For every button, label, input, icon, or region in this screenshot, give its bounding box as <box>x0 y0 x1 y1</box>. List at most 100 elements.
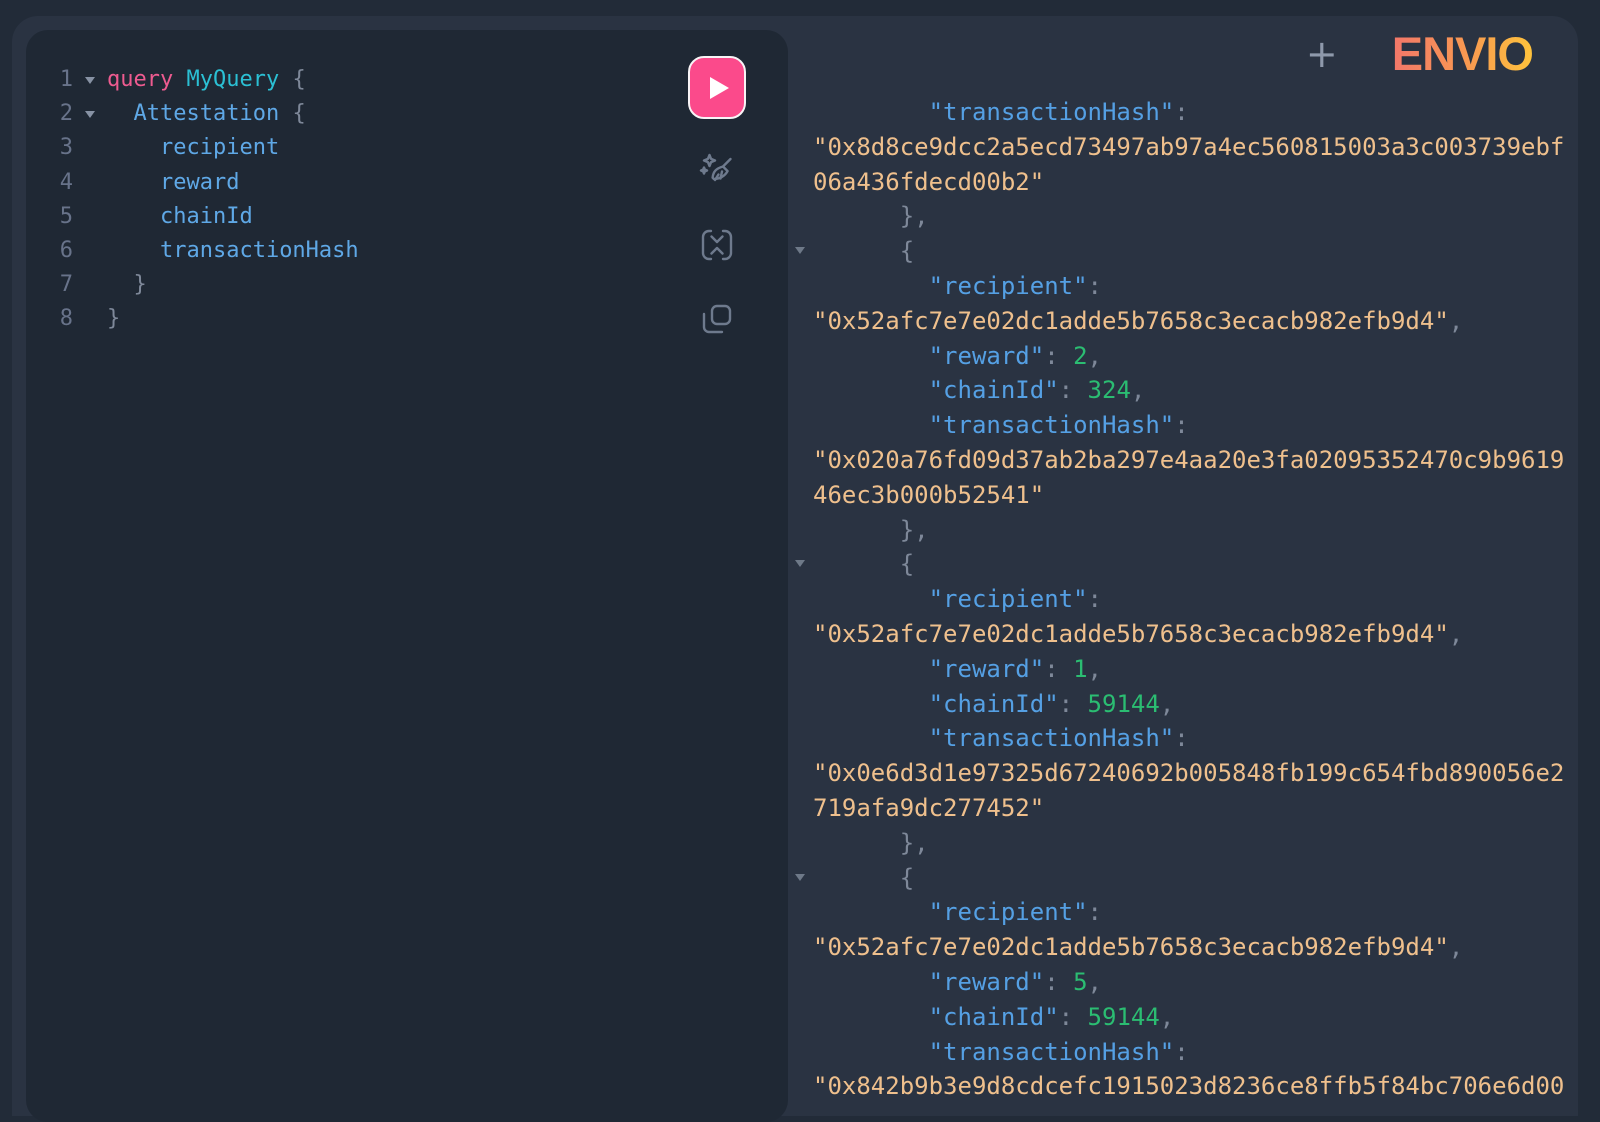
code-token: Attestation <box>134 101 280 126</box>
play-icon <box>710 77 729 99</box>
response-row: "recipient": <box>813 895 1572 930</box>
response-row: 06a436fdecd00b2" <box>813 165 1572 200</box>
code-token: : <box>1059 1003 1088 1031</box>
code-token: , <box>1449 933 1463 961</box>
code-text: } <box>107 268 147 302</box>
code-token: } <box>107 306 120 331</box>
code-token <box>813 272 929 300</box>
code-text: transactionHash <box>107 234 359 268</box>
response-row: "0x52afc7e7e02dc1adde5b7658c3ecacb982efb… <box>813 617 1572 652</box>
gutter-fold-slot <box>73 200 107 234</box>
code-token: "reward" <box>929 968 1045 996</box>
editor-code-line[interactable]: 1query MyQuery { <box>26 63 702 97</box>
code-token: : <box>1088 898 1102 926</box>
fold-arrow-icon[interactable] <box>795 247 805 254</box>
code-token: "transactionHash" <box>929 1038 1175 1066</box>
editor-code-line[interactable]: 8} <box>26 302 702 336</box>
code-token: : <box>1044 655 1073 683</box>
code-token: : <box>1174 724 1188 752</box>
code-text: query MyQuery { <box>107 63 306 97</box>
gutter-fold-slot <box>73 302 107 336</box>
code-token <box>813 516 900 544</box>
code-token: , <box>1160 1003 1174 1031</box>
fold-arrow-icon[interactable] <box>795 560 805 567</box>
fold-arrow-icon[interactable] <box>85 77 95 84</box>
code-token: "recipient" <box>929 272 1088 300</box>
code-token: : <box>1088 272 1102 300</box>
code-token: { <box>900 550 914 578</box>
code-token: }, <box>900 829 929 857</box>
code-token: "recipient" <box>929 585 1088 613</box>
code-token <box>813 376 929 404</box>
code-token <box>813 968 929 996</box>
line-number: 3 <box>26 131 73 165</box>
code-token: chainId <box>160 204 253 229</box>
code-token <box>813 690 929 718</box>
code-token <box>107 238 160 263</box>
code-token <box>813 829 900 857</box>
response-row: "transactionHash": <box>813 721 1572 756</box>
code-token: "0x020a76fd09d37ab2ba297e4aa20e3fa020953… <box>813 446 1564 474</box>
code-token: query <box>107 67 173 92</box>
merge-fragments-button[interactable] <box>694 224 740 266</box>
code-token: transactionHash <box>160 238 359 263</box>
response-row: "0x020a76fd09d37ab2ba297e4aa20e3fa020953… <box>813 443 1572 478</box>
code-token: : <box>1088 585 1102 613</box>
code-token <box>107 170 160 195</box>
code-token <box>107 135 160 160</box>
code-token: "chainId" <box>929 690 1059 718</box>
code-token: 46ec3b000b52541" <box>813 481 1044 509</box>
code-token: 06a436fdecd00b2" <box>813 168 1044 196</box>
line-number: 4 <box>26 166 73 200</box>
code-token: , <box>1160 690 1174 718</box>
editor-code-line[interactable]: 2 Attestation { <box>26 97 702 131</box>
response-row: "transactionHash": <box>813 1035 1572 1070</box>
editor-code-line[interactable]: 7 } <box>26 268 702 302</box>
code-token <box>279 67 292 92</box>
copy-query-button[interactable] <box>694 298 740 340</box>
response-row: "0x842b9b3e9d8cdcefc1915023d8236ce8ffb5f… <box>813 1069 1572 1104</box>
editor-code-line[interactable]: 6 transactionHash <box>26 234 702 268</box>
code-token <box>107 272 134 297</box>
response-row: }, <box>813 199 1572 234</box>
code-token: : <box>1174 1038 1188 1066</box>
response-row: }, <box>813 826 1572 861</box>
code-token: , <box>1449 620 1463 648</box>
response-header: + ENVIO <box>1306 32 1533 76</box>
code-text: Attestation { <box>107 97 306 131</box>
execute-query-button[interactable] <box>688 56 746 119</box>
code-token: 324 <box>1088 376 1131 404</box>
code-token: "transactionHash" <box>929 724 1175 752</box>
response-row: "chainId": 59144, <box>813 1000 1572 1035</box>
playground-container: 1query MyQuery {2 Attestation {3 recipie… <box>12 16 1578 1116</box>
code-text: reward <box>107 166 239 200</box>
editor-code-line[interactable]: 5 chainId <box>26 200 702 234</box>
line-number: 2 <box>26 97 73 131</box>
code-token: 1 <box>1073 655 1087 683</box>
gutter-fold-slot <box>73 234 107 268</box>
fold-arrow-icon[interactable] <box>795 874 805 881</box>
code-text: chainId <box>107 200 253 234</box>
code-token <box>813 411 929 439</box>
editor-code-line[interactable]: 4 reward <box>26 166 702 200</box>
code-token: , <box>1088 342 1102 370</box>
prettify-button[interactable] <box>694 150 740 192</box>
code-token <box>813 585 929 613</box>
add-tab-button[interactable]: + <box>1306 32 1338 76</box>
response-row: "0x52afc7e7e02dc1adde5b7658c3ecacb982efb… <box>813 304 1572 339</box>
code-token: "0x52afc7e7e02dc1adde5b7658c3ecacb982efb… <box>813 933 1449 961</box>
merge-icon <box>697 225 737 265</box>
response-row: "reward": 1, <box>813 652 1572 687</box>
code-token: , <box>1088 968 1102 996</box>
code-token <box>813 655 929 683</box>
code-token: "chainId" <box>929 376 1059 404</box>
gutter-fold-slot <box>73 131 107 165</box>
code-token: "chainId" <box>929 1003 1059 1031</box>
editor-code-line[interactable]: 3 recipient <box>26 131 702 165</box>
code-token <box>813 864 900 892</box>
code-token <box>813 898 929 926</box>
code-token: "recipient" <box>929 898 1088 926</box>
query-editor[interactable]: 1query MyQuery {2 Attestation {3 recipie… <box>26 63 702 337</box>
fold-arrow-icon[interactable] <box>85 111 95 118</box>
code-token <box>173 67 186 92</box>
